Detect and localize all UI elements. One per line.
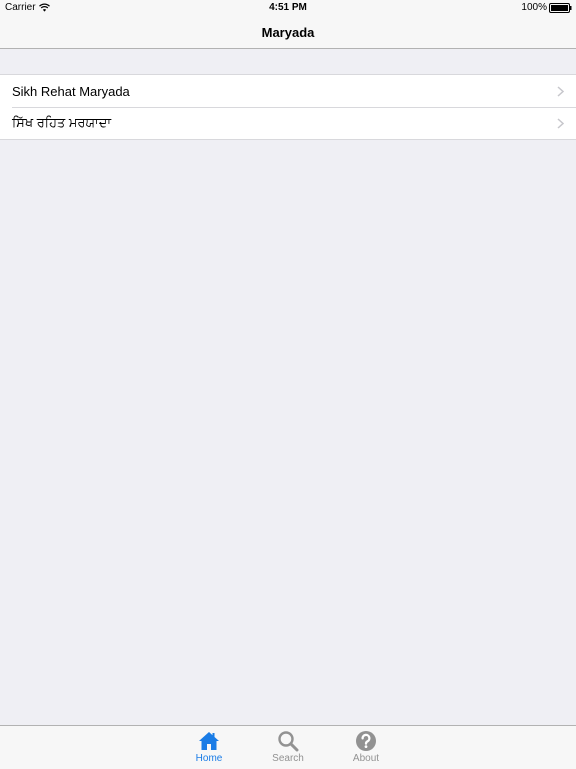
navigation-bar: Maryada (0, 16, 576, 49)
tab-search-label: Search (272, 753, 304, 764)
tab-search[interactable]: Search (263, 726, 313, 769)
list-item-sikh-rehat-maryada-punjabi[interactable]: ਸਿੱਖ ਰਹਿਤ ਮਰਯਾਦਾ (0, 107, 576, 139)
question-circle-icon (356, 731, 376, 751)
maryada-list: Sikh Rehat Maryada ਸਿੱਖ ਰਹਿਤ ਮਰਯਾਦਾ (0, 74, 576, 140)
status-right: 100% (521, 2, 572, 13)
page-title: Maryada (261, 25, 315, 40)
chevron-right-icon (557, 118, 564, 129)
battery-percentage: 100% (521, 2, 547, 13)
status-bar: Carrier 4:51 PM 100% (0, 0, 576, 16)
list-item-label: ਸਿੱਖ ਰਹਿਤ ਮਰਯਾਦਾ (12, 115, 112, 130)
search-icon (278, 731, 299, 752)
tab-home-label: Home (195, 753, 223, 764)
battery-icon (549, 2, 572, 13)
list-item-label: Sikh Rehat Maryada (12, 83, 130, 99)
status-time: 4:51 PM (269, 2, 307, 13)
tab-about[interactable]: About (341, 726, 391, 769)
tab-home[interactable]: Home (184, 726, 234, 769)
tab-about-label: About (352, 753, 380, 764)
tab-bar: Home Search About (0, 725, 576, 769)
list-item-sikh-rehat-maryada-english[interactable]: Sikh Rehat Maryada (0, 75, 576, 107)
chevron-right-icon (557, 86, 564, 97)
home-icon (199, 732, 219, 750)
